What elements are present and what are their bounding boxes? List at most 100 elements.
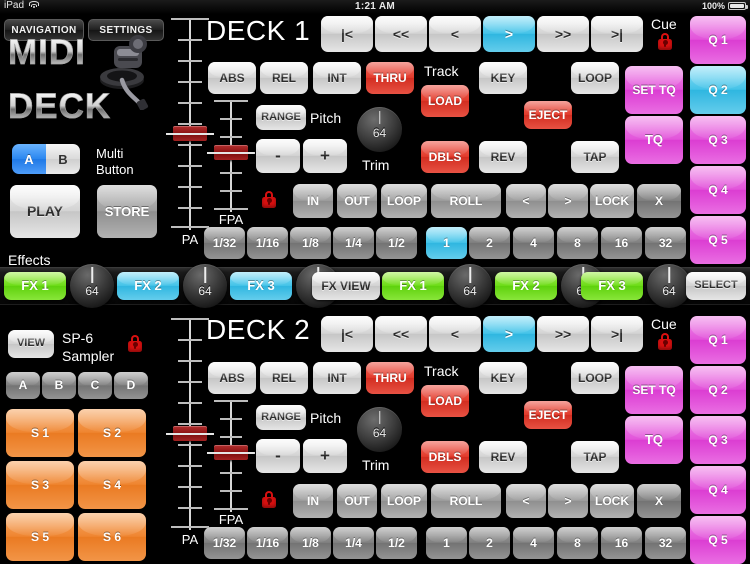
deck2-load-button[interactable]: LOAD — [421, 385, 469, 417]
deck2-pitch-minus[interactable]: - — [256, 439, 300, 473]
deck2-cue-q5[interactable]: Q 5 — [690, 516, 746, 564]
deck1-rev-button[interactable]: REV — [479, 141, 527, 173]
deck1-beat-1-8[interactable]: 1/8 — [290, 227, 331, 259]
segment-b[interactable]: B — [46, 144, 80, 174]
deck2-beat-1[interactable]: 1 — [426, 527, 467, 559]
deck1-cue-q1[interactable]: Q 1 — [690, 16, 746, 64]
deck2-loop-roll[interactable]: ROLL — [431, 484, 501, 518]
deck1-cue-q4[interactable]: Q 4 — [690, 166, 746, 214]
deck2-transport-end[interactable]: >| — [591, 316, 643, 352]
deck2-loop-in[interactable]: IN — [293, 484, 333, 518]
deck1-beat-1-4[interactable]: 1/4 — [333, 227, 374, 259]
sampler-pad-s6[interactable]: S 6 — [78, 513, 146, 561]
deck2-loop-clear[interactable]: X — [637, 484, 681, 518]
deck2-set-tq-button[interactable]: SET TQ — [625, 366, 683, 414]
ab-toggle[interactable]: A B — [12, 144, 80, 174]
deck1-pa-handle[interactable] — [166, 126, 214, 141]
deck2-loop-loop[interactable]: LOOP — [381, 484, 427, 518]
deck2-loop-out[interactable]: OUT — [337, 484, 377, 518]
deck2-beat-2[interactable]: 2 — [469, 527, 510, 559]
deck1-beat-8[interactable]: 8 — [557, 227, 598, 259]
deck1-trim-knob[interactable]: 64 — [357, 107, 402, 152]
deck2-loop-top-button[interactable]: LOOP — [571, 362, 619, 394]
deck2-fx-3[interactable]: FX 3 — [581, 272, 643, 300]
deck2-dbls-button[interactable]: DBLS — [421, 441, 469, 473]
deck1-cue-q5[interactable]: Q 5 — [690, 216, 746, 264]
deck1-transport-cue-start[interactable]: |< — [321, 16, 373, 52]
deck2-beat-1-32[interactable]: 1/32 — [204, 527, 245, 559]
deck2-cue-q2[interactable]: Q 2 — [690, 366, 746, 414]
deck1-cue-q3[interactable]: Q 3 — [690, 116, 746, 164]
deck1-key-button[interactable]: KEY — [479, 62, 527, 94]
deck1-transport-prev[interactable]: < — [429, 16, 481, 52]
deck2-key-button[interactable]: KEY — [479, 362, 527, 394]
deck2-loop-lock[interactable]: LOCK — [590, 484, 634, 518]
deck1-transport-forward[interactable]: >> — [537, 16, 589, 52]
deck1-beat-1-16[interactable]: 1/16 — [247, 227, 288, 259]
deck1-loop-prev[interactable]: < — [506, 184, 546, 218]
deck2-fx-1[interactable]: FX 1 — [382, 272, 444, 300]
deck2-rev-button[interactable]: REV — [479, 441, 527, 473]
sampler-bank-a[interactable]: A — [6, 372, 40, 399]
deck1-transport-play[interactable]: > — [483, 16, 535, 52]
deck2-mode-abs[interactable]: ABS — [208, 362, 256, 394]
deck1-beat-1-32[interactable]: 1/32 — [204, 227, 245, 259]
sampler-bank-b[interactable]: B — [42, 372, 76, 399]
sampler-pad-s1[interactable]: S 1 — [6, 409, 74, 457]
deck1-loop-in[interactable]: IN — [293, 184, 333, 218]
deck2-loop-prev[interactable]: < — [506, 484, 546, 518]
play-button[interactable]: PLAY — [10, 185, 80, 238]
deck1-load-button[interactable]: LOAD — [421, 85, 469, 117]
deck2-mode-thru[interactable]: THRU — [366, 362, 414, 394]
deck1-mode-thru[interactable]: THRU — [366, 62, 414, 94]
deck2-beat-1-4[interactable]: 1/4 — [333, 527, 374, 559]
deck2-range-button[interactable]: RANGE — [256, 405, 306, 430]
deck1-tq-button[interactable]: TQ — [625, 116, 683, 164]
deck2-cue-lock-icon[interactable] — [658, 333, 672, 350]
deck2-beat-1-8[interactable]: 1/8 — [290, 527, 331, 559]
deck1-beat-2[interactable]: 2 — [469, 227, 510, 259]
deck2-tq-button[interactable]: TQ — [625, 416, 683, 464]
deck2-beat-1-2[interactable]: 1/2 — [376, 527, 417, 559]
deck1-fpa-handle[interactable] — [207, 145, 255, 160]
deck2-transport-rewind[interactable]: << — [375, 316, 427, 352]
segment-a[interactable]: A — [12, 144, 46, 174]
deck1-loop-out[interactable]: OUT — [337, 184, 377, 218]
deck2-transport-play[interactable]: > — [483, 316, 535, 352]
deck1-fx-1[interactable]: FX 1 — [4, 272, 66, 300]
deck2-mode-int[interactable]: INT — [313, 362, 361, 394]
deck1-mode-abs[interactable]: ABS — [208, 62, 256, 94]
deck1-fx-2[interactable]: FX 2 — [117, 272, 179, 300]
deck2-mode-rel[interactable]: REL — [260, 362, 308, 394]
deck2-transport-cue-start[interactable]: |< — [321, 316, 373, 352]
deck2-transport-forward[interactable]: >> — [537, 316, 589, 352]
deck1-loop-next[interactable]: > — [548, 184, 588, 218]
deck1-cue-q2[interactable]: Q 2 — [690, 66, 746, 114]
deck1-range-button[interactable]: RANGE — [256, 105, 306, 130]
deck1-dbls-button[interactable]: DBLS — [421, 141, 469, 173]
deck1-fx-view-button[interactable]: FX VIEW — [312, 272, 380, 300]
deck2-pitch-plus[interactable]: + — [303, 439, 347, 473]
deck2-beat-8[interactable]: 8 — [557, 527, 598, 559]
deck2-fx-3-knob[interactable]: 64 — [647, 264, 691, 308]
deck2-tap-button[interactable]: TAP — [571, 441, 619, 473]
deck2-cue-q3[interactable]: Q 3 — [690, 416, 746, 464]
sampler-bank-c[interactable]: C — [78, 372, 112, 399]
deck1-cue-lock-icon[interactable] — [658, 33, 672, 50]
deck1-loop-roll[interactable]: ROLL — [431, 184, 501, 218]
deck2-trim-knob[interactable]: 64 — [357, 407, 402, 452]
deck2-fpa-handle[interactable] — [207, 445, 255, 460]
sampler-lock-icon[interactable] — [128, 335, 142, 352]
deck2-beat-1-16[interactable]: 1/16 — [247, 527, 288, 559]
deck2-fx-1-knob[interactable]: 64 — [448, 264, 492, 308]
deck2-eject-button[interactable]: EJECT — [524, 401, 572, 429]
sampler-pad-s3[interactable]: S 3 — [6, 461, 74, 509]
deck1-mode-int[interactable]: INT — [313, 62, 361, 94]
sampler-pad-s2[interactable]: S 2 — [78, 409, 146, 457]
sampler-pad-s5[interactable]: S 5 — [6, 513, 74, 561]
deck1-set-tq-button[interactable]: SET TQ — [625, 66, 683, 114]
deck1-transport-end[interactable]: >| — [591, 16, 643, 52]
deck2-transport-prev[interactable]: < — [429, 316, 481, 352]
deck1-transport-rewind[interactable]: << — [375, 16, 427, 52]
deck1-loop-lock-icon[interactable] — [262, 191, 276, 208]
